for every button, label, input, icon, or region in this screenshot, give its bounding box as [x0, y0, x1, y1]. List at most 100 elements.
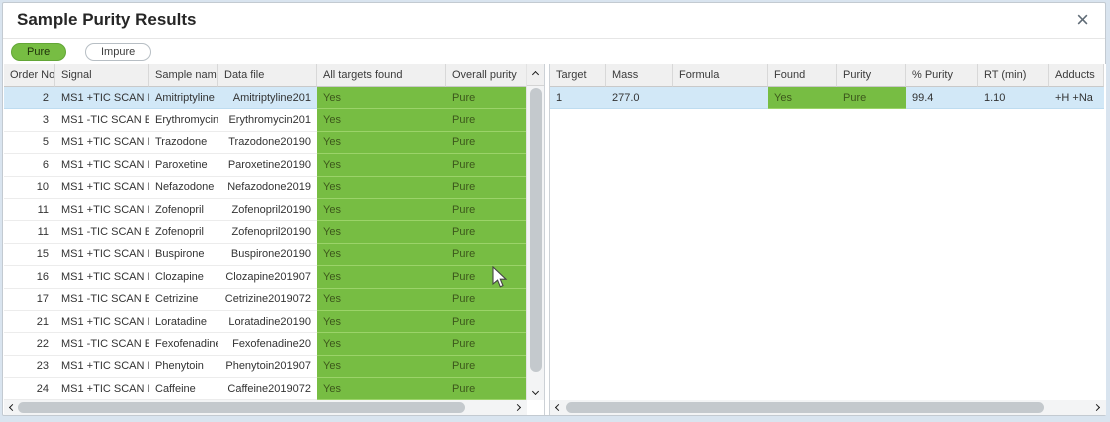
- scroll-left-button[interactable]: [552, 400, 565, 415]
- target-cell-purity: 99.4: [906, 87, 978, 109]
- sample-cell-overall-purity: Pure: [446, 356, 527, 378]
- target-column-header-adducts[interactable]: Adducts: [1049, 64, 1104, 87]
- sample-cell-signal: MS1 +TIC SCAN ESI: [55, 132, 149, 154]
- scroll-down-button[interactable]: [527, 384, 544, 398]
- sample-cell-order-no: 17: [4, 289, 55, 311]
- sample-column-header-order-no[interactable]: Order No: [4, 64, 55, 87]
- sample-result-row[interactable]: 17MS1 -TIC SCAN ESI FCetrizineCetrizine2…: [4, 289, 527, 311]
- sample-cell-order-no: 22: [4, 333, 55, 355]
- target-column-header-rt-min[interactable]: RT (min): [978, 64, 1049, 87]
- horizontal-scroll-thumb[interactable]: [566, 402, 1044, 413]
- sample-cell-signal: MS1 +TIC SCAN ESI: [55, 266, 149, 288]
- sample-cell-all-targets-found: Yes: [317, 199, 446, 221]
- right-horizontal-scrollbar[interactable]: [550, 400, 1106, 415]
- target-column-header-purity[interactable]: Purity: [837, 64, 906, 87]
- sample-result-row[interactable]: 10MS1 +TIC SCAN ESINefazodoneNefazodone2…: [4, 177, 527, 199]
- target-result-row[interactable]: 1277.0YesPure99.41.10+H +Na: [550, 87, 1104, 109]
- sample-cell-data-file: Buspirone20190: [218, 244, 317, 266]
- impure-filter-button[interactable]: Impure: [85, 43, 151, 61]
- sample-cell-overall-purity: Pure: [446, 244, 527, 266]
- sample-cell-data-file: Nefazodone2019: [218, 177, 317, 199]
- sample-cell-sample-name: Loratadine: [149, 311, 218, 333]
- sample-column-header-signal[interactable]: Signal: [55, 64, 149, 87]
- sample-cell-overall-purity: Pure: [446, 132, 527, 154]
- target-cell-mass: 277.0: [606, 87, 673, 109]
- target-table-body: 1277.0YesPure99.41.10+H +Na: [550, 87, 1104, 109]
- sample-cell-overall-purity: Pure: [446, 109, 527, 131]
- left-horizontal-scrollbar[interactable]: [4, 400, 527, 415]
- sample-results-table: Order NoSignalSample nameData fileAll ta…: [4, 64, 545, 415]
- sample-cell-signal: MS1 +TIC SCAN ESI: [55, 311, 149, 333]
- sample-cell-all-targets-found: Yes: [317, 311, 446, 333]
- sample-cell-sample-name: Zofenopril: [149, 199, 218, 221]
- target-column-header-purity[interactable]: % Purity: [906, 64, 978, 87]
- target-column-header-mass[interactable]: Mass: [606, 64, 673, 87]
- sample-cell-order-no: 23: [4, 356, 55, 378]
- sample-result-row[interactable]: 23MS1 +TIC SCAN ESIPhenytoinPhenytoin201…: [4, 356, 527, 378]
- sample-cell-signal: MS1 -TIC SCAN ESI F: [55, 221, 149, 243]
- sample-column-header-all-targets-found[interactable]: All targets found: [317, 64, 446, 87]
- target-cell-purity: Pure: [837, 87, 906, 109]
- sample-result-row[interactable]: 22MS1 -TIC SCAN ESI FFexofenadineFexofen…: [4, 333, 527, 355]
- scroll-up-button[interactable]: [527, 64, 544, 86]
- sample-result-row[interactable]: 11MS1 -TIC SCAN ESI FZofenoprilZofenopri…: [4, 221, 527, 243]
- sample-cell-sample-name: Amitriptyline: [149, 87, 218, 109]
- target-column-header-formula[interactable]: Formula: [673, 64, 768, 87]
- sample-cell-data-file: Amitriptyline201: [218, 87, 317, 109]
- sample-cell-all-targets-found: Yes: [317, 177, 446, 199]
- horizontal-scroll-thumb[interactable]: [18, 402, 465, 413]
- sample-result-row[interactable]: 6MS1 +TIC SCAN ESIParoxetineParoxetine20…: [4, 154, 527, 176]
- target-column-header-found[interactable]: Found: [768, 64, 837, 87]
- left-vertical-scrollbar[interactable]: [526, 64, 544, 400]
- scroll-right-button[interactable]: [511, 400, 524, 415]
- sample-cell-order-no: 10: [4, 177, 55, 199]
- sample-cell-sample-name: Phenytoin: [149, 356, 218, 378]
- chevron-right-icon: [514, 404, 521, 411]
- sample-column-header-overall-purity[interactable]: Overall purity: [446, 64, 527, 87]
- target-cell-found: Yes: [768, 87, 837, 109]
- sample-result-row[interactable]: 15MS1 +TIC SCAN ESIBuspironeBuspirone201…: [4, 244, 527, 266]
- sample-cell-data-file: Zofenopril20190: [218, 199, 317, 221]
- sample-column-header-data-file[interactable]: Data file: [218, 64, 317, 87]
- sample-cell-data-file: Clozapine201907: [218, 266, 317, 288]
- sample-cell-overall-purity: Pure: [446, 154, 527, 176]
- sample-cell-overall-purity: Pure: [446, 289, 527, 311]
- screen: Sample Purity Results × Pure Impure Orde…: [0, 0, 1110, 422]
- sample-cell-signal: MS1 +TIC SCAN ESI: [55, 378, 149, 400]
- sample-cell-all-targets-found: Yes: [317, 244, 446, 266]
- sample-result-row[interactable]: 21MS1 +TIC SCAN ESILoratadineLoratadine2…: [4, 311, 527, 333]
- sample-column-header-sample-name[interactable]: Sample name: [149, 64, 218, 87]
- sample-cell-sample-name: Trazodone: [149, 132, 218, 154]
- sample-cell-order-no: 3: [4, 109, 55, 131]
- sample-result-row[interactable]: 5MS1 +TIC SCAN ESITrazodoneTrazodone2019…: [4, 132, 527, 154]
- sample-cell-sample-name: Fexofenadine: [149, 333, 218, 355]
- chevron-left-icon: [555, 404, 562, 411]
- sample-result-row[interactable]: 11MS1 +TIC SCAN ESIZofenoprilZofenopril2…: [4, 199, 527, 221]
- sample-cell-sample-name: Caffeine: [149, 378, 218, 400]
- sample-result-row[interactable]: 24MS1 +TIC SCAN ESICaffeineCaffeine20190…: [4, 378, 527, 400]
- target-details-table: TargetMassFormulaFoundPurity% PurityRT (…: [549, 64, 1106, 415]
- sample-cell-signal: MS1 +TIC SCAN ESI: [55, 154, 149, 176]
- sample-cell-signal: MS1 +TIC SCAN ESI: [55, 244, 149, 266]
- sample-table-body: 2MS1 +TIC SCAN ESIAmitriptylineAmitripty…: [4, 87, 527, 400]
- sample-result-row[interactable]: 3MS1 -TIC SCAN ESI FErythromycinErythrom…: [4, 109, 527, 131]
- sample-cell-all-targets-found: Yes: [317, 132, 446, 154]
- sample-cell-sample-name: Clozapine: [149, 266, 218, 288]
- sample-cell-all-targets-found: Yes: [317, 221, 446, 243]
- sample-cell-order-no: 15: [4, 244, 55, 266]
- sample-cell-signal: MS1 +TIC SCAN ESI: [55, 177, 149, 199]
- sample-result-row[interactable]: 2MS1 +TIC SCAN ESIAmitriptylineAmitripty…: [4, 87, 527, 109]
- sample-result-row[interactable]: 16MS1 +TIC SCAN ESIClozapineClozapine201…: [4, 266, 527, 288]
- vertical-scroll-thumb[interactable]: [530, 88, 542, 372]
- sample-cell-sample-name: Buspirone: [149, 244, 218, 266]
- pure-filter-button[interactable]: Pure: [11, 43, 66, 61]
- sample-cell-data-file: Trazodone20190: [218, 132, 317, 154]
- target-column-header-target[interactable]: Target: [550, 64, 606, 87]
- sample-cell-all-targets-found: Yes: [317, 154, 446, 176]
- sample-table-header-row: Order NoSignalSample nameData fileAll ta…: [4, 64, 527, 87]
- close-icon[interactable]: ×: [1076, 7, 1089, 33]
- filter-bar: Pure Impure: [3, 40, 1105, 64]
- sample-cell-all-targets-found: Yes: [317, 378, 446, 400]
- sample-cell-overall-purity: Pure: [446, 266, 527, 288]
- scroll-right-button[interactable]: [1090, 400, 1103, 415]
